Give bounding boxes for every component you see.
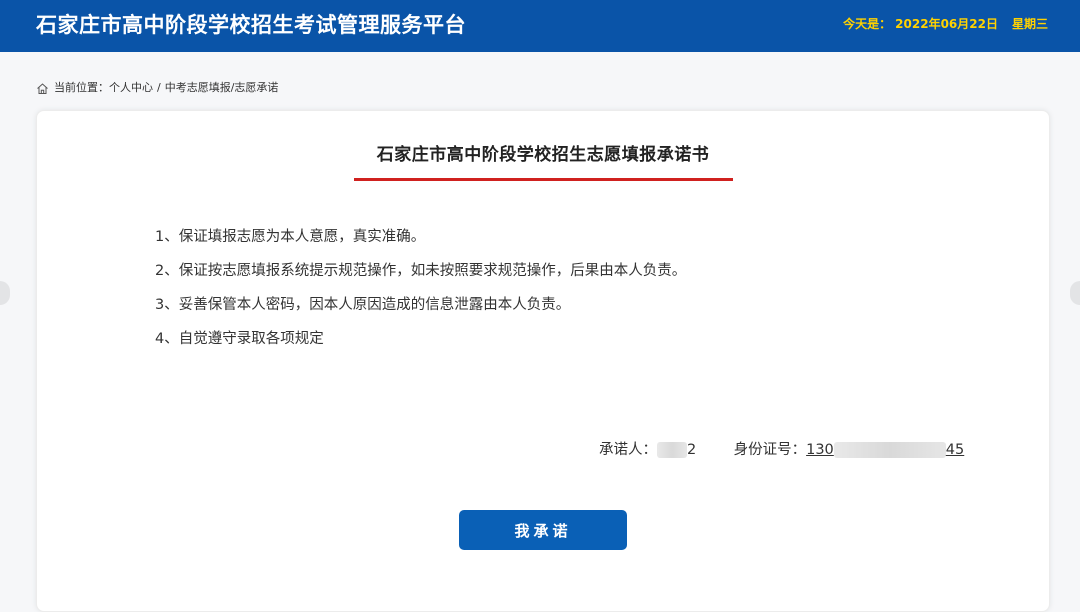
pledger-name-visible: 2 (687, 442, 697, 458)
weekday: 星期三 (1011, 17, 1048, 31)
carousel-prev-handle[interactable] (0, 281, 10, 305)
redacted-id (833, 442, 946, 458)
carousel-next-handle[interactable] (1070, 281, 1080, 305)
id-number: 130 45 (806, 442, 964, 458)
id-label: 身份证号： (733, 442, 807, 458)
breadcrumb-personal-center[interactable]: 个人中心 (109, 80, 153, 96)
pledge-title: 石家庄市高中阶段学校招生志愿填报承诺书 (376, 145, 710, 165)
breadcrumb: 当前位置： 个人中心 / 中考志愿填报/志愿承诺 (36, 80, 278, 96)
breadcrumb-label: 当前位置： (54, 81, 109, 94)
id-suffix: 45 (945, 442, 965, 458)
clause-item: 2、保证按志愿填报系统提示规范操作，如未按照要求规范操作，后果由本人负责。 (155, 263, 687, 279)
home-icon[interactable] (36, 82, 49, 95)
top-header: 石家庄市高中阶段学校招生考试管理服务平台 今天是： 2022年06月22日 星期三 (0, 0, 1080, 52)
clause-item: 4、自觉遵守录取各项规定 (155, 331, 324, 347)
pledger-label: 承诺人： (599, 442, 657, 458)
clause-item: 3、妥善保管本人密码，因本人原因造成的信息泄露由本人负责。 (155, 297, 571, 313)
date-value: 2022年06月22日 (895, 17, 998, 31)
pledger-info: 承诺人： 2 身份证号：130 45 (599, 438, 964, 459)
id-prefix: 130 (806, 442, 834, 458)
pledger-name: 2 (657, 442, 705, 458)
current-date: 今天是： 2022年06月22日 星期三 (839, 0, 1048, 52)
redacted-name (657, 442, 687, 458)
title-underline (354, 178, 733, 181)
breadcrumb-current: 中考志愿填报/志愿承诺 (164, 81, 279, 94)
platform-title: 石家庄市高中阶段学校招生考试管理服务平台 (36, 13, 466, 37)
breadcrumb-separator: / (157, 81, 161, 94)
clause-item: 1、保证填报志愿为本人意愿，真实准确。 (155, 229, 426, 245)
pledge-card: 石家庄市高中阶段学校招生志愿填报承诺书 1、保证填报志愿为本人意愿，真实准确。 … (36, 110, 1050, 612)
pledge-clauses: 1、保证填报志愿为本人意愿，真实准确。 2、保证按志愿填报系统提示规范操作，如未… (155, 229, 686, 365)
date-label: 今天是： (843, 17, 892, 31)
i-pledge-button[interactable]: 我承诺 (459, 510, 627, 550)
